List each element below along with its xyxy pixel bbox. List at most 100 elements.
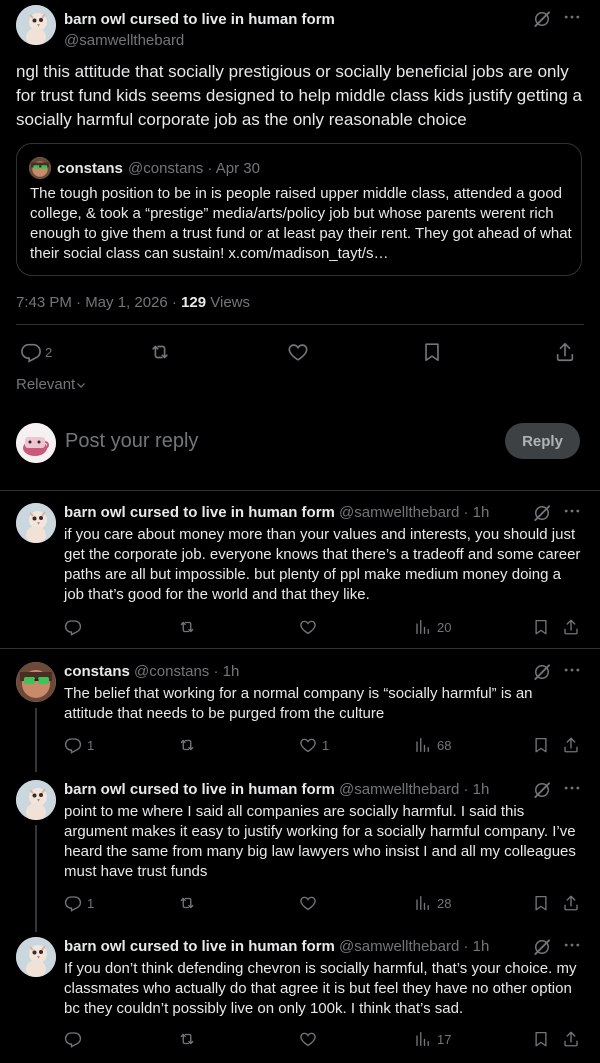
author-handle[interactable]: @constans · 1h xyxy=(134,663,239,680)
share-action[interactable] xyxy=(562,1030,580,1048)
reply-icon[interactable] xyxy=(64,894,82,912)
bookmark-icon[interactable] xyxy=(532,894,550,912)
views-action[interactable]: 68 xyxy=(414,736,451,754)
author-name[interactable]: barn owl cursed to live in human form xyxy=(64,781,335,798)
quote-author-handle: @constans xyxy=(128,160,204,177)
chevron-down-icon xyxy=(75,379,87,391)
author-handle[interactable]: @samwellthebard · 1h xyxy=(339,504,489,521)
retweet-action[interactable] xyxy=(178,894,196,912)
share-action[interactable] xyxy=(554,341,576,363)
reply-post[interactable]: barn owl cursed to live in human form @s… xyxy=(16,937,584,1063)
grok-icon[interactable] xyxy=(532,937,552,957)
share-action[interactable] xyxy=(562,736,580,754)
like-icon[interactable] xyxy=(287,341,309,363)
bookmark-action[interactable] xyxy=(421,341,443,363)
reply-text: The belief that working for a normal com… xyxy=(64,685,533,722)
avatar[interactable] xyxy=(16,662,56,702)
author-name[interactable]: constans xyxy=(64,663,130,680)
avatar[interactable] xyxy=(16,503,56,543)
more-icon[interactable] xyxy=(562,660,582,680)
quote-avatar xyxy=(29,157,51,179)
bookmark-action[interactable] xyxy=(532,1030,550,1048)
like-count: 1 xyxy=(322,737,330,753)
like-action[interactable] xyxy=(299,894,322,912)
bookmark-icon[interactable] xyxy=(421,341,443,363)
share-icon[interactable] xyxy=(554,341,576,363)
reply-icon[interactable] xyxy=(64,1030,82,1048)
reply-input[interactable]: Post your reply xyxy=(65,430,198,453)
retweet-icon[interactable] xyxy=(178,1030,196,1048)
views-icon[interactable] xyxy=(414,618,432,636)
views-icon[interactable] xyxy=(414,894,432,912)
reply-icon[interactable] xyxy=(64,736,82,754)
retweet-action[interactable] xyxy=(178,1030,196,1048)
share-icon[interactable] xyxy=(562,1030,580,1048)
author-handle[interactable]: @samwellthebard · 1h xyxy=(339,938,489,955)
reply-action[interactable] xyxy=(64,1030,87,1048)
retweet-action[interactable] xyxy=(178,618,196,636)
reply-post[interactable]: barn owl cursed to live in human form @s… xyxy=(16,503,584,643)
grok-icon[interactable] xyxy=(532,780,552,800)
author-handle[interactable]: @samwellthebard · 1h xyxy=(339,781,489,798)
author-name[interactable]: barn owl cursed to live in human form xyxy=(64,938,335,955)
views-action[interactable]: 17 xyxy=(414,1030,451,1048)
bookmark-action[interactable] xyxy=(532,618,550,636)
like-action[interactable]: 1 xyxy=(299,736,329,754)
like-icon[interactable] xyxy=(299,618,317,636)
reply-action[interactable]: 2 xyxy=(20,341,52,363)
reply-button[interactable]: Reply xyxy=(505,423,580,459)
avatar[interactable] xyxy=(16,937,56,977)
reply-action[interactable]: 1 xyxy=(64,736,94,754)
like-icon[interactable] xyxy=(299,1030,317,1048)
timestamp-text[interactable]: 7:43 PM · May 1, 2026 · xyxy=(16,294,181,311)
bookmark-action[interactable] xyxy=(532,736,550,754)
author-name[interactable]: barn owl cursed to live in human form xyxy=(64,504,335,521)
reply-text: if you care about money more than your v… xyxy=(64,526,581,603)
views-action[interactable]: 20 xyxy=(414,618,451,636)
avatar[interactable] xyxy=(16,5,56,45)
author-handle[interactable]: @samwellthebard xyxy=(64,32,184,49)
more-icon[interactable] xyxy=(562,501,582,521)
retweet-action[interactable] xyxy=(178,736,196,754)
retweet-icon[interactable] xyxy=(178,618,196,636)
grok-icon[interactable] xyxy=(532,662,552,682)
reply-header: barn owl cursed to live in human form @s… xyxy=(64,781,489,798)
reply-post[interactable]: barn owl cursed to live in human form @s… xyxy=(16,780,584,920)
views-icon[interactable] xyxy=(414,1030,432,1048)
views-icon[interactable] xyxy=(414,736,432,754)
bookmark-action[interactable] xyxy=(532,894,550,912)
retweet-icon[interactable] xyxy=(178,736,196,754)
like-icon[interactable] xyxy=(299,894,317,912)
share-action[interactable] xyxy=(562,894,580,912)
share-action[interactable] xyxy=(562,618,580,636)
bookmark-icon[interactable] xyxy=(532,618,550,636)
author-name[interactable]: barn owl cursed to live in human form xyxy=(64,11,335,28)
views-action[interactable]: 28 xyxy=(414,894,451,912)
reply-action[interactable]: 1 xyxy=(64,894,94,912)
share-icon[interactable] xyxy=(562,618,580,636)
like-icon[interactable] xyxy=(299,736,317,754)
retweet-action[interactable] xyxy=(149,341,171,363)
reply-icon[interactable] xyxy=(64,618,82,636)
grok-icon[interactable] xyxy=(532,9,552,29)
quoted-post[interactable]: constans @constans · Apr 30 The tough po… xyxy=(16,143,582,276)
retweet-icon[interactable] xyxy=(149,341,171,363)
like-action[interactable] xyxy=(287,341,309,363)
like-action[interactable] xyxy=(299,618,322,636)
more-icon[interactable] xyxy=(562,935,582,955)
reply-action[interactable] xyxy=(64,618,87,636)
reply-icon[interactable] xyxy=(20,341,42,363)
reply-post[interactable]: constans @constans · 1h The belief that … xyxy=(16,662,584,762)
bookmark-icon[interactable] xyxy=(532,736,550,754)
bookmark-icon[interactable] xyxy=(532,1030,550,1048)
more-icon[interactable] xyxy=(562,778,582,798)
main-post-header: barn owl cursed to live in human form @s… xyxy=(16,5,584,49)
avatar[interactable] xyxy=(16,780,56,820)
more-icon[interactable] xyxy=(562,7,582,27)
share-icon[interactable] xyxy=(562,736,580,754)
like-action[interactable] xyxy=(299,1030,322,1048)
grok-icon[interactable] xyxy=(532,503,552,523)
retweet-icon[interactable] xyxy=(178,894,196,912)
sort-dropdown[interactable]: Relevant xyxy=(16,376,87,393)
share-icon[interactable] xyxy=(562,894,580,912)
